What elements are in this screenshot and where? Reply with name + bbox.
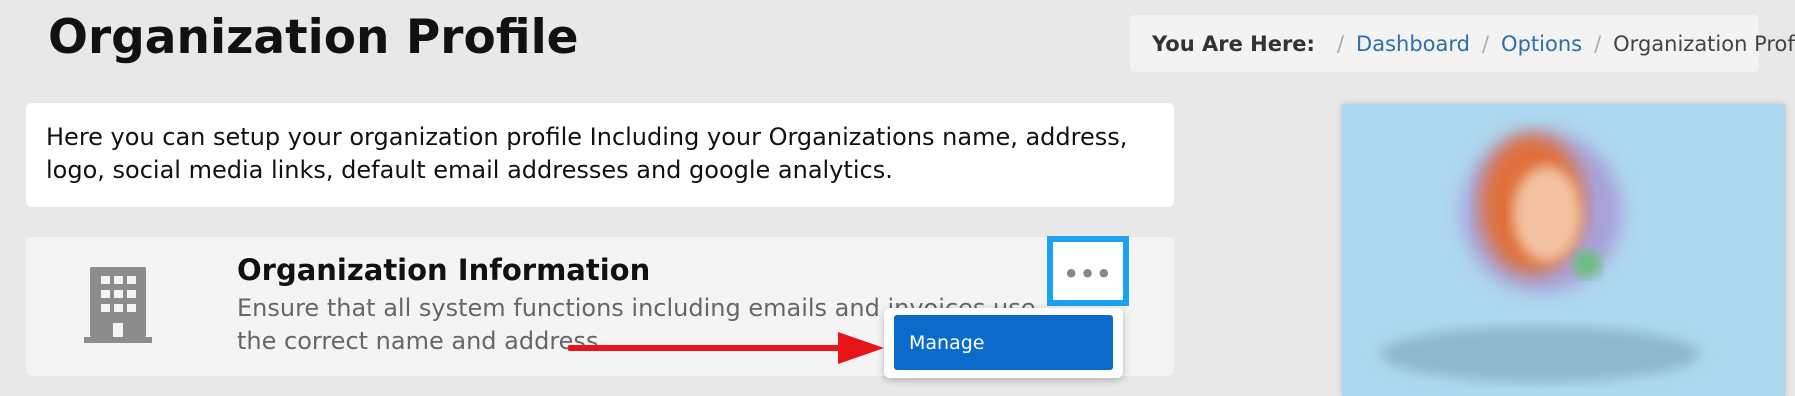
options-dropdown: Manage: [884, 308, 1123, 378]
intro-text: Here you can setup your organization pro…: [46, 123, 1128, 184]
intro-card: Here you can setup your organization pro…: [26, 103, 1174, 207]
breadcrumb: You Are Here: / Dashboard / Options / Or…: [1130, 15, 1795, 72]
manage-menu-item[interactable]: Manage: [894, 315, 1113, 370]
breadcrumb-separator: /: [1481, 31, 1490, 56]
breadcrumb-separator: /: [1594, 31, 1602, 56]
breadcrumb-link-dashboard[interactable]: Dashboard: [1356, 32, 1470, 56]
breadcrumb-link-options[interactable]: Options: [1501, 32, 1582, 56]
more-options-button[interactable]: •••: [1047, 236, 1129, 306]
breadcrumb-current: Organization Profile: [1613, 31, 1795, 56]
red-arrow-annotation: [568, 332, 884, 364]
org-info-title: Organization Information: [237, 253, 651, 287]
building-icon: [84, 267, 152, 343]
page-title: Organization Profile: [48, 10, 579, 65]
profile-image: [1342, 104, 1785, 396]
breadcrumb-separator: /: [1336, 31, 1345, 56]
breadcrumb-label: You Are Here:: [1152, 31, 1315, 56]
ellipsis-icon: •••: [1063, 260, 1113, 288]
